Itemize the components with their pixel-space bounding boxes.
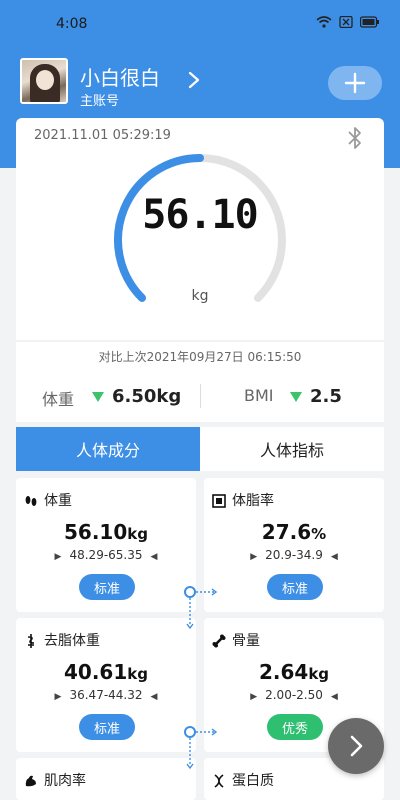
metric-title: 骨量	[232, 633, 260, 649]
range-text: 48.29-65.35	[69, 548, 143, 562]
metric-title: 蛋白质	[232, 773, 274, 789]
metric-value: 40.61kg	[16, 660, 196, 684]
metric-range: ▶ 48.29-65.35 ◀	[16, 548, 196, 562]
compare-weight-label: 体重	[42, 390, 75, 409]
wifi-icon	[316, 16, 332, 28]
metric-card-lean-mass[interactable]: 去脂体重 40.61kg ▶ 36.47-44.32 ◀ 标准	[16, 618, 196, 752]
metric-value: 27.6%	[204, 520, 384, 544]
metric-value: 2.64kg	[204, 660, 384, 684]
chevron-right-icon	[350, 735, 363, 757]
card-connector	[184, 586, 218, 630]
range-right-arrow: ◀	[150, 692, 158, 702]
metric-title: 体重	[44, 493, 72, 509]
comparison-title: 对比上次2021年09月27日 06:15:50	[98, 350, 302, 364]
avatar[interactable]	[20, 58, 68, 104]
plus-icon	[344, 72, 366, 94]
protein-icon	[214, 774, 224, 788]
metric-number: 40.61	[64, 660, 128, 684]
tab-body-indicators[interactable]: 人体指标	[200, 427, 384, 471]
range-text: 2.00-2.50	[265, 688, 323, 702]
metric-unit: %	[311, 525, 327, 543]
weight-unit: kg	[191, 288, 209, 304]
avatar-face	[36, 70, 54, 90]
status-badge: 标准	[267, 574, 323, 600]
account-type: 主账号	[80, 94, 120, 109]
metric-value: 56.10kg	[16, 520, 196, 544]
user-name[interactable]: 小白很白	[80, 62, 160, 91]
metric-range: ▶ 20.9-34.9 ◀	[204, 548, 384, 562]
fat-rate-icon	[212, 494, 226, 508]
metric-unit: kg	[127, 665, 148, 683]
range-text: 20.9-34.9	[265, 548, 323, 562]
status-badge: 标准	[79, 574, 135, 600]
range-right-arrow: ◀	[330, 692, 338, 702]
comparison-card: 对比上次2021年09月27日 06:15:50 体重 6.50kg BMI 2…	[16, 342, 384, 422]
metric-title: 肌肉率	[44, 773, 86, 789]
measurement-datetime: 2021.11.01 05:29:19	[34, 128, 171, 143]
bone-icon	[212, 634, 226, 648]
sim-icon	[339, 16, 353, 28]
range-right-arrow: ◀	[330, 552, 338, 562]
card-connector	[184, 726, 218, 770]
next-button[interactable]	[328, 718, 384, 774]
metric-card-weight[interactable]: 体重 56.10kg ▶ 48.29-65.35 ◀ 标准	[16, 478, 196, 612]
footprints-icon	[25, 496, 37, 506]
lean-mass-icon	[27, 634, 35, 648]
weight-value: 56.10	[142, 192, 258, 238]
tab-body-composition[interactable]: 人体成分	[16, 427, 200, 471]
range-text: 36.47-44.32	[69, 688, 143, 702]
metric-range: ▶ 2.00-2.50 ◀	[204, 688, 384, 702]
divider	[200, 384, 201, 408]
muscle-icon	[25, 775, 36, 787]
compare-bmi-label: BMI	[244, 386, 274, 405]
metric-unit: kg	[308, 665, 330, 683]
range-left-arrow: ▶	[54, 552, 62, 562]
metric-number: 56.10	[64, 520, 128, 544]
status-badge: 优秀	[267, 714, 323, 740]
metric-number: 27.6	[261, 520, 312, 544]
range-right-arrow: ◀	[150, 552, 158, 562]
metric-unit: kg	[127, 525, 148, 543]
range-left-arrow: ▶	[250, 692, 258, 702]
down-arrow-icon	[290, 392, 302, 402]
compare-bmi-value: 2.5	[310, 386, 342, 407]
account-header: 小白很白 主账号	[0, 58, 400, 109]
tab-bar: 人体成分 人体指标	[16, 427, 384, 471]
add-user-button[interactable]	[328, 66, 382, 100]
chevron-right-icon[interactable]	[184, 70, 204, 90]
metric-title: 体脂率	[232, 493, 274, 509]
range-left-arrow: ▶	[250, 552, 258, 562]
weight-card: 2021.11.01 05:29:19 56.10 kg	[16, 118, 384, 340]
status-time: 4:08	[56, 16, 88, 32]
status-badge: 标准	[79, 714, 135, 740]
battery-icon	[360, 16, 379, 28]
status-icons	[316, 16, 380, 28]
metric-range: ▶ 36.47-44.32 ◀	[16, 688, 196, 702]
bluetooth-icon[interactable]	[344, 124, 366, 152]
range-left-arrow: ▶	[54, 692, 62, 702]
compare-weight-value: 6.50kg	[112, 386, 182, 407]
status-bar: 4:08	[0, 0, 400, 48]
metric-card-muscle-rate[interactable]: 肌肉率	[16, 758, 196, 800]
metric-title: 去脂体重	[44, 633, 100, 649]
metric-number: 2.64	[258, 660, 309, 684]
metric-card-body-fat[interactable]: 体脂率 27.6% ▶ 20.9-34.9 ◀ 标准	[204, 478, 384, 612]
down-arrow-icon	[92, 392, 104, 402]
